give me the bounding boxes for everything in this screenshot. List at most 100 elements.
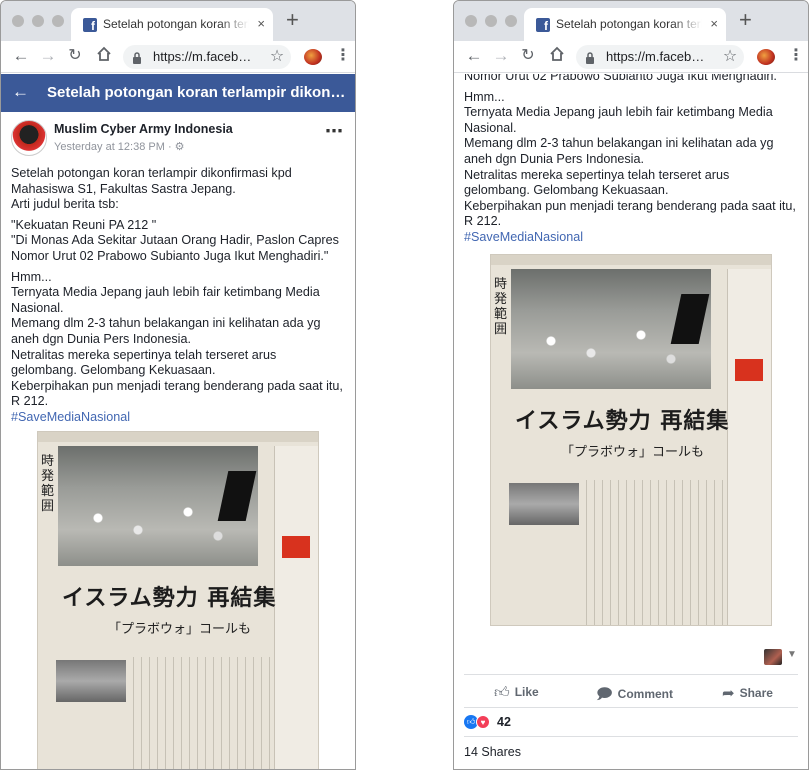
- post-body-continued: Nomor Urut 02 Prabowo Subianto Juga Ikut…: [454, 74, 808, 246]
- post-paragraph-1: Setelah potongan koran terlampir dikonfi…: [11, 166, 292, 196]
- post-line-3: Netralitas mereka sepertinya telah terse…: [464, 167, 730, 198]
- rally-photo: [58, 445, 258, 566]
- extension-icon[interactable]: [757, 49, 775, 65]
- facebook-header: ← Setelah potongan koran terlampir dikon…: [1, 74, 355, 112]
- newspaper-image[interactable]: 時発範囲 イスラム勢力 再結集 「プラボウォ」コールも: [37, 430, 319, 769]
- back-arrow-icon[interactable]: ←: [464, 46, 484, 66]
- post-body: Setelah potongan koran terlampir dikonfi…: [1, 156, 355, 426]
- post-hmm: Hmm...: [11, 269, 52, 284]
- action-bar: 👍︎ Like 🗩︎ Comment ➦ Share: [464, 674, 798, 708]
- address-bar[interactable]: https://m.faceb…: [123, 45, 291, 69]
- browser-menu-icon[interactable]: ⋮: [786, 46, 806, 66]
- like-button[interactable]: 👍︎ Like: [494, 684, 539, 702]
- newspaper-top-strip: [491, 254, 771, 265]
- address-bar-right[interactable]: https://m.faceb…: [576, 45, 744, 69]
- newspaper-headline: イスラム勢力 再結集: [515, 407, 730, 434]
- maximize-window-button-right[interactable]: [505, 15, 517, 27]
- fb-back-arrow-icon[interactable]: ←: [12, 82, 29, 102]
- page-content: ← Setelah potongan koran terlampir dikon…: [1, 74, 355, 769]
- extension-icon[interactable]: [304, 49, 322, 65]
- home-icon[interactable]: [547, 46, 567, 66]
- post-quote-2-tail: Nomor Urut 02 Prabowo Subianto Juga Ikut…: [464, 74, 782, 83]
- forward-arrow-icon[interactable]: →: [491, 46, 511, 66]
- newspaper-article-text: [133, 656, 273, 769]
- post-quote-2: "Di Monas Ada Sekitar Jutaan Orang Hadir…: [11, 233, 339, 263]
- author-name[interactable]: Muslim Cyber Army Indonesia: [54, 122, 233, 136]
- maximize-window-button[interactable]: [52, 15, 64, 27]
- browser-window-right: f Setelah potongan koran terlampir × + ←…: [453, 0, 809, 770]
- browser-window-left: f Setelah potongan koran terlampir × + ←…: [0, 0, 356, 770]
- newspaper-article-text: [586, 479, 726, 625]
- tab-facebook[interactable]: f Setelah potongan koran terlampir ×: [71, 8, 273, 41]
- new-tab-button[interactable]: +: [286, 9, 299, 31]
- like-label: Like: [514, 685, 539, 699]
- newspaper-image-right[interactable]: 時発範囲 イスラム勢力 再結集 「プラボウォ」コールも: [490, 253, 772, 626]
- tab-close-button-right[interactable]: ×: [710, 16, 718, 31]
- url-text-right: https://m.faceb…: [606, 49, 705, 64]
- minimize-window-button[interactable]: [32, 15, 44, 27]
- reaction-count: 42: [497, 715, 511, 729]
- black-flag: [217, 470, 257, 521]
- facebook-favicon-icon: f: [83, 18, 97, 32]
- tab-close-button[interactable]: ×: [257, 16, 265, 31]
- fb-header-title: Setelah potongan koran terlampir dikon…: [47, 84, 346, 101]
- tab-strip-right: f Setelah potongan koran terlampir × +: [454, 1, 808, 41]
- share-icon: ➦: [722, 685, 735, 702]
- bookmark-star-icon[interactable]: ☆: [267, 47, 287, 67]
- viewer-avatar[interactable]: [764, 649, 782, 665]
- browser-menu-icon[interactable]: ⋮: [333, 46, 353, 66]
- tab-title: Setelah potongan koran terlampir: [103, 17, 249, 31]
- post-line-4: Keberpihakan pun menjadi terang benderan…: [464, 198, 796, 229]
- forward-arrow-icon[interactable]: →: [38, 46, 58, 66]
- hashtag-link[interactable]: #SaveMediaNasional: [464, 230, 583, 244]
- new-tab-button-right[interactable]: +: [739, 9, 752, 31]
- lock-icon: [585, 51, 595, 69]
- tab-facebook-right[interactable]: f Setelah potongan koran terlampir ×: [524, 8, 726, 41]
- caret-down-icon[interactable]: ▼: [787, 649, 797, 660]
- home-icon[interactable]: [94, 46, 114, 66]
- tab-title-right: Setelah potongan koran terlampir: [556, 17, 702, 31]
- reload-icon[interactable]: ↻: [518, 46, 538, 66]
- post-line-1: Ternyata Media Jepang jauh lebih fair ke…: [464, 105, 773, 135]
- newspaper-headline: イスラム勢力 再結集: [62, 584, 277, 611]
- red-ad-block: [735, 358, 763, 381]
- close-window-button[interactable]: [12, 15, 24, 27]
- newspaper-subheadline: 「プラボウォ」コールも: [561, 444, 705, 460]
- comment-label: Comment: [617, 687, 673, 701]
- close-window-button-right[interactable]: [465, 15, 477, 27]
- newspaper-vertical-text: 時発範囲: [41, 453, 55, 514]
- comment-icon: 🗩︎: [596, 686, 613, 703]
- share-button[interactable]: ➦ Share: [722, 684, 773, 702]
- back-arrow-icon[interactable]: ←: [11, 46, 31, 66]
- red-ad-block: [282, 535, 310, 558]
- url-text: https://m.faceb…: [153, 49, 252, 64]
- lock-icon: [132, 51, 142, 69]
- small-photo: [509, 482, 579, 525]
- hashtag-link[interactable]: #SaveMediaNasional: [11, 410, 130, 424]
- post-timestamp[interactable]: Yesterday at 12:38 PM · ⚙: [54, 140, 185, 153]
- love-reaction-icon: ♥: [476, 715, 490, 729]
- post-line-3: Netralitas mereka sepertinya telah terse…: [11, 347, 277, 378]
- bookmark-star-icon[interactable]: ☆: [720, 47, 740, 67]
- post-paragraph-2: Arti judul berita tsb:: [11, 197, 119, 212]
- page-content-right: Nomor Urut 02 Prabowo Subianto Juga Ikut…: [454, 74, 808, 769]
- post-quote-1: "Kekuatan Reuni PA 212 ": [11, 217, 157, 232]
- post-line-4: Keberpihakan pun menjadi terang benderan…: [11, 378, 343, 409]
- black-flag: [670, 293, 710, 344]
- more-options-icon[interactable]: ⋯: [325, 121, 343, 142]
- author-avatar[interactable]: [11, 120, 47, 156]
- reload-icon[interactable]: ↻: [65, 46, 85, 66]
- post-header: Muslim Cyber Army Indonesia Yesterday at…: [1, 112, 355, 156]
- post-line-1: Ternyata Media Jepang jauh lebih fair ke…: [11, 285, 320, 315]
- post-line-2: Memang dlm 2-3 tahun belakangan ini keli…: [11, 316, 321, 346]
- facebook-favicon-icon: f: [536, 18, 550, 32]
- comment-button[interactable]: 🗩︎ Comment: [596, 684, 673, 709]
- tab-strip: f Setelah potongan koran terlampir × +: [1, 1, 355, 41]
- share-label: Share: [739, 686, 773, 700]
- post-line-2: Memang dlm 2-3 tahun belakangan ini keli…: [464, 136, 774, 166]
- shares-count[interactable]: 14 Shares: [464, 736, 798, 759]
- newspaper-subheadline: 「プラボウォ」コールも: [108, 621, 252, 637]
- browser-toolbar-right: ← → ↻ https://m.faceb… ☆ ⋮: [454, 41, 808, 73]
- post-hmm: Hmm...: [464, 89, 505, 104]
- minimize-window-button-right[interactable]: [485, 15, 497, 27]
